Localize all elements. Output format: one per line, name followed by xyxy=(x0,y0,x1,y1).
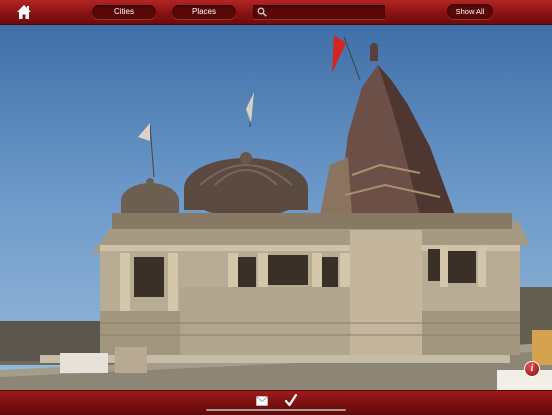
info-icon[interactable]: i xyxy=(524,361,540,377)
search-input[interactable] xyxy=(271,6,379,18)
show-all-button[interactable]: Show All xyxy=(447,4,493,19)
temple-photo xyxy=(0,25,552,390)
search-icon xyxy=(257,7,267,17)
top-toolbar: Cities Places Show All xyxy=(0,0,552,25)
bottom-toolbar xyxy=(0,390,552,415)
temple-illustration xyxy=(0,35,552,390)
cities-button[interactable]: Cities xyxy=(92,5,156,19)
home-icon[interactable] xyxy=(16,4,32,20)
places-button[interactable]: Places xyxy=(172,5,236,19)
mail-icon[interactable] xyxy=(256,396,268,406)
check-icon[interactable] xyxy=(285,394,297,407)
bottom-divider xyxy=(206,409,346,411)
search-field[interactable] xyxy=(253,5,385,19)
